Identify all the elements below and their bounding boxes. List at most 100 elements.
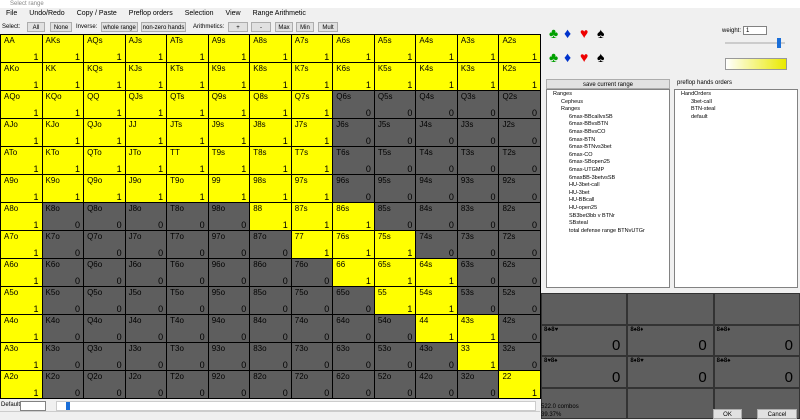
- hand-cell[interactable]: 93o 0: [207, 342, 251, 371]
- range-tree-item[interactable]: 6max-BBcallvsSB: [553, 114, 669, 122]
- order-tree-item[interactable]: BTN-steal: [681, 106, 797, 114]
- hand-cell[interactable]: K7s 1: [290, 62, 334, 91]
- combo-box[interactable]: 8♣8♦ 0: [713, 324, 800, 356]
- weight-input-bottom[interactable]: [20, 401, 46, 411]
- hand-cell[interactable]: QTo 1: [83, 146, 126, 175]
- hand-cell[interactable]: 63o 0: [332, 342, 375, 371]
- hand-cell[interactable]: AJs 1: [124, 34, 168, 63]
- ok-button[interactable]: OK: [713, 409, 742, 419]
- hand-cell[interactable]: Q2s 0: [498, 90, 541, 119]
- hand-cell[interactable]: T4s 0: [415, 146, 458, 175]
- hand-cell[interactable]: T6o 0: [166, 258, 209, 287]
- hand-cell[interactable]: QJo 1: [83, 118, 126, 147]
- hand-cell[interactable]: T9s 1: [207, 146, 251, 175]
- hand-cell[interactable]: J8s 1: [249, 118, 292, 147]
- spade-icon-2[interactable]: ♠: [597, 50, 604, 64]
- hand-cell[interactable]: K9s 1: [207, 62, 251, 91]
- hand-cell[interactable]: 65s 1: [373, 258, 417, 287]
- range-tree-item[interactable]: 6max-CO: [553, 152, 669, 160]
- hand-cell[interactable]: 42s 0: [498, 314, 541, 343]
- diamond-icon[interactable]: ♦: [564, 26, 571, 40]
- combo-box[interactable]: 8♥8♠ 0: [541, 356, 628, 388]
- hand-cell[interactable]: A3s 1: [456, 34, 500, 63]
- hand-cell[interactable]: K7o 0: [41, 230, 85, 259]
- range-tree-item[interactable]: SB3bet3bb v BTNr: [553, 213, 669, 221]
- range-tree-item[interactable]: 6maxBB-3betvsSB: [553, 175, 669, 183]
- arith-mult-button[interactable]: Mult: [318, 22, 338, 32]
- hand-cell[interactable]: J7s 1: [290, 118, 334, 147]
- hand-cell[interactable]: 62s 0: [498, 258, 541, 287]
- hand-cell[interactable]: K9o 1: [41, 174, 85, 203]
- hand-cell[interactable]: 43o 0: [415, 342, 458, 371]
- hand-cell[interactable]: K4o 0: [41, 314, 85, 343]
- range-tree-item[interactable]: Ranges: [553, 91, 669, 99]
- hand-cell[interactable]: 74s 0: [415, 230, 458, 259]
- orders-tree[interactable]: HandOrders 3bet-call BTN-steal default: [674, 89, 798, 288]
- hand-cell[interactable]: J7o 0: [124, 230, 168, 259]
- menu-undo-redo[interactable]: Undo/Redo: [29, 8, 64, 19]
- hand-cell[interactable]: A9s 1: [207, 34, 251, 63]
- hand-cell[interactable]: 22 1: [498, 370, 541, 399]
- hand-cell[interactable]: AKs 1: [41, 34, 85, 63]
- hand-cell[interactable]: J2s 0: [498, 118, 541, 147]
- hand-cell[interactable]: AQs 1: [83, 34, 126, 63]
- hand-cell[interactable]: K6o 0: [41, 258, 85, 287]
- hand-cell[interactable]: K8o 0: [41, 202, 85, 231]
- hand-cell[interactable]: 77 1: [290, 230, 334, 259]
- hand-cell[interactable]: 65o 0: [332, 286, 375, 315]
- hand-cell[interactable]: 97s 1: [290, 174, 334, 203]
- hand-cell[interactable]: J3o 0: [124, 342, 168, 371]
- hand-cell[interactable]: 76o 0: [290, 258, 334, 287]
- hand-cell[interactable]: 64s 1: [415, 258, 458, 287]
- range-tree-item[interactable]: HU-3bet: [553, 190, 669, 198]
- hand-cell[interactable]: 86s 1: [332, 202, 375, 231]
- hand-cell[interactable]: A5s 1: [373, 34, 417, 63]
- slider-thumb[interactable]: [66, 402, 70, 410]
- hand-cell[interactable]: TT 1: [166, 146, 209, 175]
- hand-cell[interactable]: A4s 1: [415, 34, 458, 63]
- hand-cell[interactable]: 92o 0: [207, 370, 251, 399]
- hand-cell[interactable]: 98s 1: [249, 174, 292, 203]
- hand-cell[interactable]: KJs 1: [124, 62, 168, 91]
- hand-cell[interactable]: K3o 0: [41, 342, 85, 371]
- hand-cell[interactable]: 32o 0: [456, 370, 500, 399]
- hand-cell[interactable]: Q9s 1: [207, 90, 251, 119]
- hand-cell[interactable]: ATo 1: [0, 146, 43, 175]
- menu-range-arithmetic[interactable]: Range Arithmetic: [253, 8, 306, 19]
- range-tree-item[interactable]: 6max-BTN: [553, 137, 669, 145]
- club-icon-2[interactable]: ♣: [549, 50, 558, 64]
- hand-cell[interactable]: T5o 0: [166, 286, 209, 315]
- arith-minus-button[interactable]: -: [251, 22, 271, 32]
- hand-cell[interactable]: J5o 0: [124, 286, 168, 315]
- range-tree-item[interactable]: 6max-SBopen25: [553, 159, 669, 167]
- range-tree-item[interactable]: 6max-BBvsCO: [553, 129, 669, 137]
- hand-cell[interactable]: 53o 0: [373, 342, 417, 371]
- combo-box[interactable]: 8♣8♠ 0: [713, 356, 800, 388]
- diamond-icon-2[interactable]: ♦: [564, 50, 571, 64]
- menu-file[interactable]: File: [6, 8, 17, 19]
- weight-slider-track[interactable]: [56, 401, 536, 411]
- hand-cell[interactable]: 96o 0: [207, 258, 251, 287]
- hand-cell[interactable]: 72s 0: [498, 230, 541, 259]
- arith-max-button[interactable]: Max: [275, 22, 293, 32]
- hand-cell[interactable]: T7s 1: [290, 146, 334, 175]
- hand-cell[interactable]: K5o 0: [41, 286, 85, 315]
- hand-cell[interactable]: QTs 1: [166, 90, 209, 119]
- menu-copy-paste[interactable]: Copy / Paste: [77, 8, 117, 19]
- hand-cell[interactable]: 52o 0: [373, 370, 417, 399]
- hand-cell[interactable]: 83s 0: [456, 202, 500, 231]
- hand-cell[interactable]: JTs 1: [166, 118, 209, 147]
- hand-cell[interactable]: 52s 0: [498, 286, 541, 315]
- hand-cell[interactable]: 32s 0: [498, 342, 541, 371]
- hand-cell[interactable]: K5s 1: [373, 62, 417, 91]
- hand-cell[interactable]: 96s 0: [332, 174, 375, 203]
- hand-cell[interactable]: Q6s 0: [332, 90, 375, 119]
- hand-cell[interactable]: T7o 0: [166, 230, 209, 259]
- hand-cell[interactable]: KTs 1: [166, 62, 209, 91]
- hand-cell[interactable]: 42o 0: [415, 370, 458, 399]
- hand-cell[interactable]: J2o 0: [124, 370, 168, 399]
- hand-cell[interactable]: T9o 1: [166, 174, 209, 203]
- hand-cell[interactable]: 63s 0: [456, 258, 500, 287]
- hand-cell[interactable]: 97o 0: [207, 230, 251, 259]
- combo-box[interactable]: [541, 293, 628, 325]
